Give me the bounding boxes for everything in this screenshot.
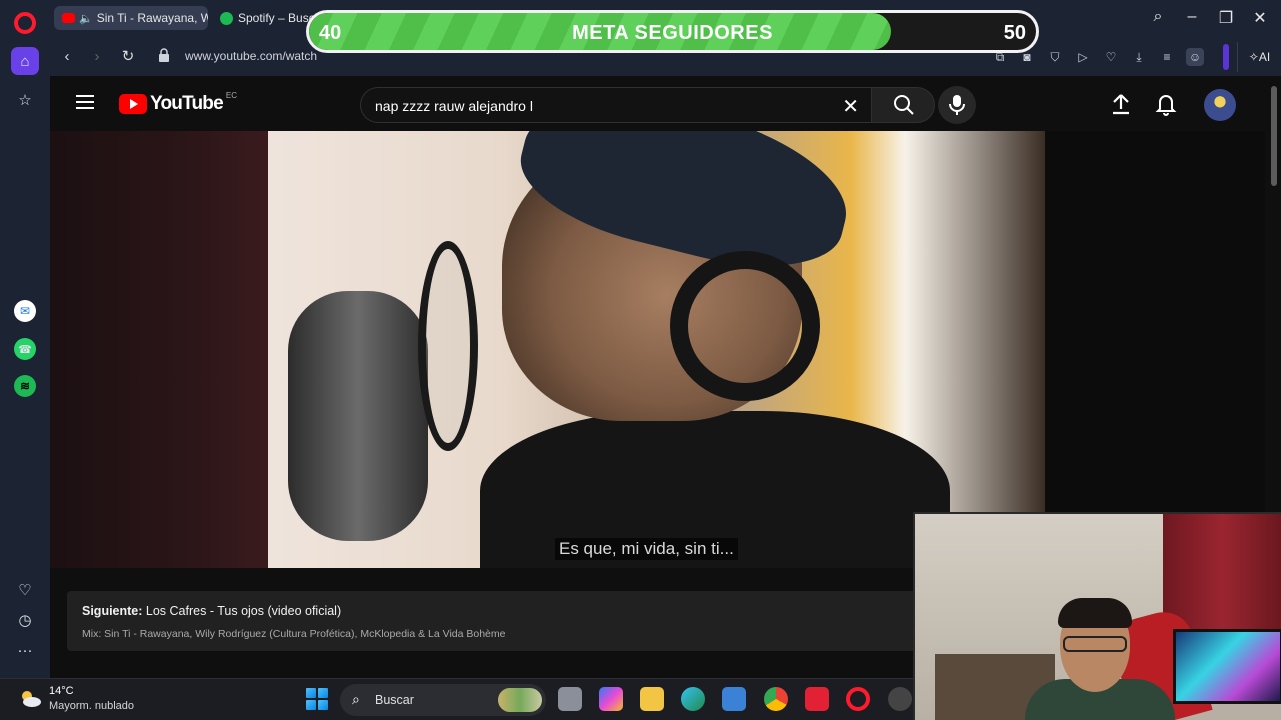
task-view-icon[interactable] bbox=[558, 687, 582, 711]
app-icon[interactable] bbox=[888, 687, 912, 711]
video-headphones bbox=[670, 251, 820, 401]
up-next-mix: Mix: Sin Ti - Rawayana, Wily Rodríguez (… bbox=[82, 628, 506, 640]
youtube-play-icon bbox=[119, 94, 147, 114]
ai-label: AI bbox=[1258, 50, 1271, 64]
opera-sidebar: ⌂ ☆ ✉ ☎ ≋ ♡ ◷ ··· bbox=[0, 0, 50, 678]
weather-description[interactable]: Mayorm. nublado bbox=[49, 700, 134, 712]
hamburger-menu-icon[interactable] bbox=[76, 95, 94, 109]
file-explorer-icon[interactable] bbox=[640, 687, 664, 711]
messenger-icon[interactable]: ✉ bbox=[14, 300, 36, 322]
close-icon[interactable]: ✕ bbox=[1249, 8, 1271, 28]
ai-button[interactable]: ✧ AI bbox=[1237, 42, 1281, 72]
up-next-title[interactable]: Siguiente: Los Cafres - Tus ojos (video … bbox=[82, 604, 341, 618]
country-code: EC bbox=[225, 90, 237, 100]
webcam-monitor bbox=[1173, 629, 1281, 704]
store-icon[interactable] bbox=[722, 687, 746, 711]
chrome-icon[interactable] bbox=[764, 687, 788, 711]
heart-icon[interactable]: ♡ bbox=[14, 580, 36, 602]
search-input[interactable]: nap zzzz rauw alejandro l ✕ bbox=[360, 87, 871, 123]
voice-search-button[interactable] bbox=[938, 86, 976, 124]
edge-icon[interactable] bbox=[681, 687, 705, 711]
reload-icon[interactable]: ↻ bbox=[117, 46, 139, 68]
copilot-icon[interactable] bbox=[599, 687, 623, 711]
follower-goal-bar: 40 META SEGUIDORES 50 bbox=[306, 10, 1039, 53]
heart-icon[interactable]: ♡ bbox=[1102, 48, 1120, 66]
video-left-bg bbox=[50, 131, 268, 568]
video-right-bg bbox=[1045, 131, 1265, 568]
notifications-icon[interactable] bbox=[1154, 92, 1178, 116]
video-subtitle: Es que, mi vida, sin ti... bbox=[555, 538, 738, 560]
weather-temperature[interactable]: 14°C bbox=[49, 685, 74, 697]
tab-label: Sin Ti - Rawayana, Wil bbox=[96, 11, 208, 25]
upload-icon[interactable] bbox=[1109, 92, 1133, 116]
windows-start-icon[interactable] bbox=[306, 688, 328, 710]
webcam-glasses bbox=[1063, 636, 1127, 652]
opera-logo-icon[interactable] bbox=[14, 12, 36, 34]
account-avatar[interactable] bbox=[1204, 89, 1236, 121]
home-icon[interactable]: ⌂ bbox=[11, 47, 39, 75]
up-next-label: Siguiente: bbox=[82, 604, 143, 618]
cloudy-weather-icon[interactable] bbox=[18, 687, 42, 711]
page-scrollbar[interactable] bbox=[1271, 86, 1277, 186]
tab-youtube[interactable]: 🔈 Sin Ti - Rawayana, Wil bbox=[54, 6, 208, 30]
video-frame bbox=[268, 131, 1045, 568]
play-icon[interactable]: ▷ bbox=[1074, 48, 1092, 66]
taskbar-search-label: Buscar bbox=[375, 693, 414, 707]
up-next-video-title[interactable]: Los Cafres - Tus ojos (video oficial) bbox=[146, 604, 341, 618]
star-icon[interactable]: ☆ bbox=[11, 86, 39, 114]
search-icon bbox=[894, 95, 914, 115]
microphone-icon bbox=[949, 95, 965, 115]
opera-icon[interactable] bbox=[846, 687, 870, 711]
back-icon[interactable]: ‹ bbox=[56, 46, 78, 68]
webcam-person-hair bbox=[1058, 598, 1132, 628]
video-microphone bbox=[288, 291, 428, 541]
search-button[interactable] bbox=[871, 87, 935, 123]
minimize-icon[interactable]: – bbox=[1181, 8, 1203, 26]
more-icon[interactable]: ··· bbox=[14, 640, 36, 662]
search-query[interactable]: nap zzzz rauw alejandro l bbox=[375, 98, 533, 114]
download-icon[interactable]: ⤓ bbox=[1130, 48, 1148, 66]
restore-icon[interactable]: ❐ bbox=[1215, 8, 1237, 28]
video-pop-filter bbox=[418, 241, 478, 451]
whatsapp-icon[interactable]: ☎ bbox=[14, 338, 36, 360]
spotify-favicon-icon bbox=[220, 11, 233, 25]
url-text[interactable]: www.youtube.com/watch bbox=[185, 49, 317, 63]
video-player[interactable]: Es que, mi vida, sin ti... bbox=[50, 131, 1265, 568]
opera-gx-icon[interactable] bbox=[805, 687, 829, 711]
speaker-icon[interactable]: 🔈 bbox=[79, 12, 93, 25]
goal-end-value: 50 bbox=[1003, 22, 1026, 44]
search-icon: ⌕ bbox=[352, 691, 360, 707]
lock-icon bbox=[159, 48, 169, 62]
shield-icon[interactable]: ⛉ bbox=[1046, 48, 1064, 66]
youtube-logo-text: YouTube bbox=[150, 93, 224, 114]
youtube-logo[interactable]: YouTube EC bbox=[119, 90, 237, 115]
taskbar-search[interactable]: ⌕ Buscar bbox=[340, 684, 546, 716]
goal-title: META SEGUIDORES bbox=[572, 22, 773, 44]
up-next-panel[interactable]: Siguiente: Los Cafres - Tus ojos (video … bbox=[67, 591, 937, 651]
purple-indicator bbox=[1223, 44, 1229, 70]
clear-search-icon[interactable]: ✕ bbox=[842, 94, 859, 119]
screen: ⌂ ☆ ✉ ☎ ≋ ♡ ◷ ··· 🔈 Sin Ti - Rawayana, W… bbox=[0, 0, 1281, 720]
history-icon[interactable]: ◷ bbox=[14, 610, 36, 632]
profile-icon[interactable]: ☺ bbox=[1186, 48, 1204, 66]
youtube-favicon-icon bbox=[62, 13, 75, 23]
ai-sparkle-icon: ✧ bbox=[1248, 50, 1259, 64]
forward-icon[interactable]: › bbox=[86, 46, 108, 68]
spotify-icon[interactable]: ≋ bbox=[14, 375, 36, 397]
menu-icon[interactable]: ≡ bbox=[1158, 48, 1176, 66]
search-tabs-icon[interactable]: ⌕ bbox=[1147, 8, 1169, 26]
search-highlight-image bbox=[498, 688, 542, 712]
webcam-overlay bbox=[913, 512, 1281, 720]
